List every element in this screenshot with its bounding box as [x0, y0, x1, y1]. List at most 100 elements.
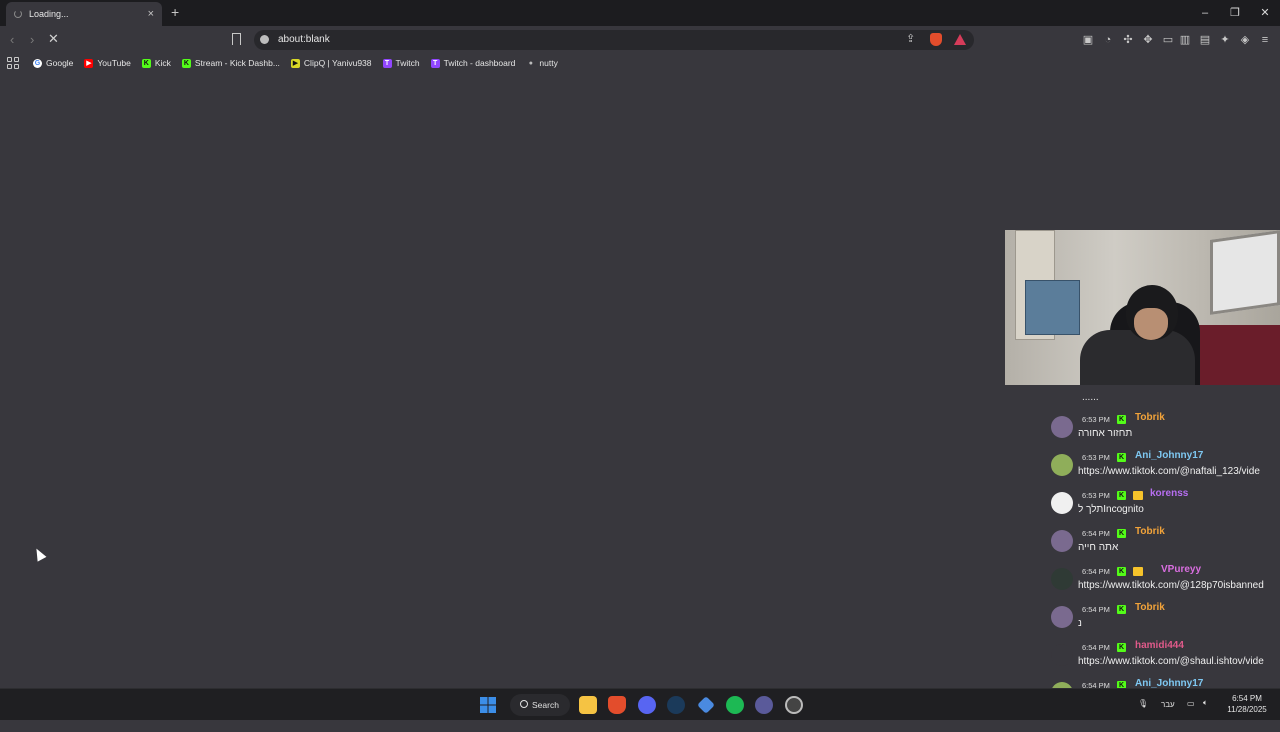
system-clock[interactable]: 6:54 PM 11/28/2025 — [1222, 693, 1272, 715]
chat-message-text: https://www.tiktok.com/@shaul.ishtov/vid… — [1078, 656, 1264, 667]
close-window-button[interactable]: ✕ — [1250, 0, 1280, 26]
site-info-icon[interactable] — [260, 35, 269, 44]
bookmarks-bar: G Google ▶ YouTube K Kick K Stream - Kick Da… — [0, 54, 1280, 72]
bookmark-google[interactable]: G Google — [33, 58, 73, 68]
chat-message-text: תלך לIncognito — [1078, 504, 1144, 515]
clock-time: 6:54 PM — [1232, 694, 1262, 703]
chat-avatar — [1051, 644, 1073, 666]
bookmark-twitch-dashboard[interactable]: T Twitch - dashboard — [430, 58, 515, 68]
file-explorer-icon[interactable] — [579, 696, 597, 714]
menu-icon[interactable]: ≡ — [1258, 33, 1272, 47]
bookmark-youtube[interactable]: ▶ YouTube — [84, 58, 131, 68]
apps-grid-icon[interactable] — [7, 57, 19, 69]
brave-rewards-icon[interactable] — [954, 34, 966, 45]
twitch-icon: T — [430, 58, 440, 68]
shield-icon[interactable]: ◈ — [1238, 33, 1252, 47]
chat-username[interactable]: korenss — [1150, 488, 1188, 499]
back-button[interactable]: ‹ — [10, 32, 14, 47]
address-bar[interactable]: about:blank ⇪ — [254, 30, 974, 50]
bookmark-label: Stream - Kick Dashb... — [194, 58, 280, 68]
image-icon[interactable]: ▣ — [1081, 33, 1095, 47]
bookmark-clipq[interactable]: ▶ ClipQ | Yanivu938 — [290, 58, 372, 68]
chat-message-text: תחזור אחורה — [1078, 428, 1133, 439]
chat-avatar — [1051, 606, 1073, 628]
brave-icon[interactable] — [608, 696, 626, 714]
tab-icon[interactable]: ▭ — [1161, 33, 1175, 47]
chat-ellipsis: ...... — [1082, 392, 1099, 403]
kick-studio-icon[interactable] — [697, 696, 715, 714]
active-tab[interactable]: Loading... × — [6, 2, 162, 26]
chat-timestamp: 6:54 PM — [1082, 529, 1110, 538]
chat-message-text: https://www.tiktok.com/@128p70isbanned — [1078, 580, 1264, 591]
minimize-button[interactable]: – — [1190, 0, 1220, 26]
chat-username[interactable]: Tobrik — [1135, 526, 1165, 537]
start-icon[interactable] — [479, 696, 497, 714]
bookmark-label: Google — [46, 58, 74, 68]
sidebar-icon[interactable]: ▥ — [1178, 33, 1192, 47]
kick-badge-icon: K — [1117, 415, 1126, 424]
forward-button[interactable]: › — [30, 32, 34, 47]
discord-icon[interactable] — [638, 696, 656, 714]
spotify-icon[interactable] — [726, 696, 744, 714]
extension-bar: ▣ ◔ ✣ ✥ ▭ — [1081, 33, 1175, 47]
brave-shields-icon[interactable] — [930, 33, 942, 46]
chat-avatar — [1051, 416, 1073, 438]
network-icon[interactable]: ▭ — [1187, 699, 1195, 731]
chat-overlay: ...... 6:53 PM K Tobrik תחזור אחורה 6:53 PM K… — [1045, 392, 1280, 702]
chat-message: 6:54 PM K VPureyy https://www.tiktok.com/@1… — [1045, 564, 1280, 600]
volume-icon[interactable]: 🔈︎ — [1203, 698, 1208, 730]
bookmark-label: ClipQ | Yanivu938 — [303, 58, 372, 68]
nutty-icon: ● — [528, 59, 534, 67]
obs-icon[interactable] — [785, 696, 803, 714]
bookmark-twitch[interactable]: T Twitch — [382, 58, 420, 68]
chat-timestamp: 6:54 PM — [1082, 605, 1110, 614]
chat-timestamp: 6:53 PM — [1082, 491, 1110, 500]
app-icon[interactable] — [755, 696, 773, 714]
wallet-icon[interactable]: ▤ — [1198, 33, 1212, 47]
chat-message-text: נ — [1078, 618, 1082, 629]
bookmark-kick[interactable]: K Kick — [141, 58, 171, 68]
chat-username[interactable]: Ani_Johnny17 — [1135, 450, 1203, 461]
search-icon — [520, 700, 528, 708]
puzzle-icon[interactable]: ✣ — [1121, 33, 1135, 47]
tab-close-icon[interactable]: × — [148, 8, 154, 20]
chat-timestamp: 6:54 PM — [1082, 643, 1110, 652]
steam-icon[interactable] — [667, 696, 685, 714]
bookmark-label: YouTube — [97, 58, 131, 68]
chat-username[interactable]: VPureyy — [1161, 564, 1201, 575]
microphone-icon[interactable]: 🎙︎ — [1138, 699, 1148, 731]
bookmark-nutty[interactable]: ● nutty — [526, 58, 558, 68]
stop-loading-button[interactable]: ✕ — [48, 31, 59, 47]
webcam-person-body — [1080, 330, 1195, 385]
bookmark-icon[interactable] — [232, 33, 241, 45]
bookmark-label: Kick — [154, 58, 171, 68]
chat-message: 6:54 PM K Tobrik נ — [1045, 602, 1280, 638]
leo-icon[interactable]: ✦ — [1218, 33, 1232, 47]
new-tab-button[interactable]: + — [171, 4, 179, 20]
taskbar: Search 🎙︎ עבר ▭ 🔈︎ 6:54 PM 11/28/2025 — [0, 688, 1280, 720]
translate-icon[interactable]: ◔ — [1101, 33, 1115, 47]
webcam-cabinet — [1025, 280, 1080, 335]
extensions-icon[interactable]: ✥ — [1141, 33, 1155, 47]
chat-username[interactable]: Tobrik — [1135, 412, 1165, 423]
chat-timestamp: 6:53 PM — [1082, 415, 1110, 424]
chat-message-text: אתה חייה — [1078, 542, 1119, 553]
chat-username[interactable]: hamidi444 — [1135, 640, 1184, 651]
chat-username[interactable]: Tobrik — [1135, 602, 1165, 613]
chat-message: 6:54 PM K Tobrik אתה חייה — [1045, 526, 1280, 562]
url-text[interactable]: about:blank — [278, 34, 330, 45]
kick-icon: K — [181, 58, 191, 68]
youtube-icon: ▶ — [84, 58, 94, 68]
restore-button[interactable]: ❐ — [1220, 0, 1250, 26]
webcam-overlay — [1005, 230, 1280, 385]
language-indicator[interactable]: עבר — [1161, 700, 1175, 732]
google-icon: G — [33, 58, 42, 68]
chat-avatar — [1051, 454, 1073, 476]
taskbar-search[interactable]: Search — [510, 694, 570, 716]
side-tools: ▥ ▤ ✦ ◈ ≡ — [1178, 33, 1272, 47]
webcam-person-face — [1134, 308, 1168, 340]
kick-badge-icon: K — [1117, 529, 1126, 538]
chat-timestamp: 6:53 PM — [1082, 453, 1110, 462]
bookmark-kick-dashboard[interactable]: K Stream - Kick Dashb... — [181, 58, 280, 68]
share-icon[interactable]: ⇪ — [906, 32, 915, 45]
